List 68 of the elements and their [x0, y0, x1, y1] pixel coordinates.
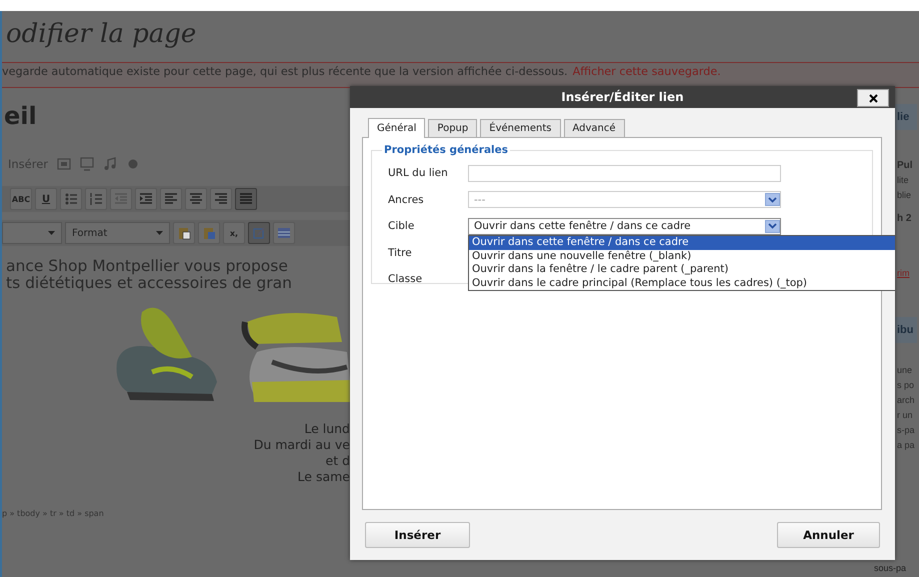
- tab[interactable]: Popup: [428, 119, 478, 137]
- align-center-icon: [189, 192, 203, 206]
- dropdown-option[interactable]: Ouvrir dans une nouvelle fenêtre (_blank): [469, 250, 895, 263]
- page-heading: odifier la page: [5, 18, 198, 51]
- select-field[interactable]: Ouvrir dans cette fenêtre / dans ce cadre: [468, 218, 781, 235]
- align-right-icon: [214, 192, 228, 206]
- tab[interactable]: Événements: [480, 119, 560, 137]
- cancel-button[interactable]: Annuler: [777, 522, 880, 548]
- toolbar-button[interactable]: [185, 188, 207, 210]
- music-icon: [103, 157, 118, 171]
- tab[interactable]: Général: [368, 118, 426, 138]
- dropdown-option[interactable]: Ouvrir dans le cadre principal (Remplace tous les cadres) (_top): [469, 276, 895, 290]
- sidebar-text: lite: [897, 174, 909, 187]
- sidebar-text: blie: [897, 189, 912, 202]
- sidebar-text: s po: [897, 379, 914, 392]
- clipboard-icon: [177, 226, 191, 240]
- font-size-dropdown[interactable]: [2, 222, 62, 244]
- toolbar-button[interactable]: [173, 222, 195, 244]
- dialog-title: Insérer/Éditer lien: [561, 90, 684, 104]
- sidebar-text: une: [897, 364, 912, 377]
- notice-text: vegarde automatique existe pour cette page, qui est plus récente que la version affichée ci-dessous.: [2, 65, 568, 78]
- hours-line: Du mardi au ve: [254, 437, 350, 453]
- toolbar-button[interactable]: [135, 188, 157, 210]
- table-icon: [277, 226, 291, 240]
- content-line: ance Shop Montpellier vous propose: [6, 258, 289, 275]
- toolbar-button[interactable]: [160, 188, 182, 210]
- close-icon: [868, 94, 878, 102]
- sidebar-text: arch: [897, 394, 915, 407]
- sidebar-text: Pul: [897, 159, 913, 173]
- tab[interactable]: Advancé: [564, 119, 625, 137]
- image-icon: [57, 157, 72, 171]
- field-label: Classe: [388, 273, 424, 286]
- edit-icon: [252, 226, 266, 240]
- insert-button[interactable]: Insérer: [365, 522, 470, 548]
- sidebar-text: s-pa: [897, 424, 915, 437]
- clipboard-icon: [202, 226, 216, 240]
- sidebar-text: sous-pa: [874, 562, 906, 575]
- hours-line: Le same: [298, 469, 350, 485]
- chevron-icon: [768, 196, 777, 203]
- panel-header: lie: [895, 104, 917, 130]
- toolbar-button[interactable]: [273, 222, 295, 244]
- content-line: ts diététiques et accessoires de gran: [6, 275, 293, 292]
- hours-line: Le lund: [304, 421, 350, 437]
- caret-icon: [46, 229, 56, 237]
- dropdown-option[interactable]: Ouvrir dans la fenêtre / le cadre parent (_parent): [469, 263, 895, 276]
- chevron-icon: [768, 223, 777, 230]
- indent-icon: [139, 192, 153, 206]
- monitor-icon: [80, 157, 94, 171]
- url-field[interactable]: [468, 164, 781, 182]
- bullet-list-icon: [64, 192, 78, 206]
- align-left-icon: [164, 192, 178, 206]
- toolbar-button[interactable]: [210, 188, 232, 210]
- sidebar-text: r un: [897, 409, 913, 422]
- sidebar-text: h 2: [897, 212, 912, 226]
- caret-icon: [154, 229, 164, 237]
- field-label: Ancres: [388, 194, 425, 206]
- hours-line: et d: [326, 453, 350, 469]
- numbered-list-icon: [89, 192, 103, 206]
- section-legend: Propriétés générales: [382, 144, 510, 156]
- justify-icon: [239, 192, 253, 206]
- close-button[interactable]: [857, 89, 889, 107]
- circle-icon: [126, 157, 140, 171]
- panel-header: ibu: [895, 317, 917, 343]
- field-label: Cible: [388, 220, 416, 232]
- field-label: Titre: [388, 246, 413, 259]
- dropdown-option[interactable]: Ouvrir dans cette fenêtre / dans ce cadre: [469, 236, 895, 250]
- field-label: URL du lien: [388, 167, 449, 180]
- sidebar-text: a pa: [897, 439, 915, 452]
